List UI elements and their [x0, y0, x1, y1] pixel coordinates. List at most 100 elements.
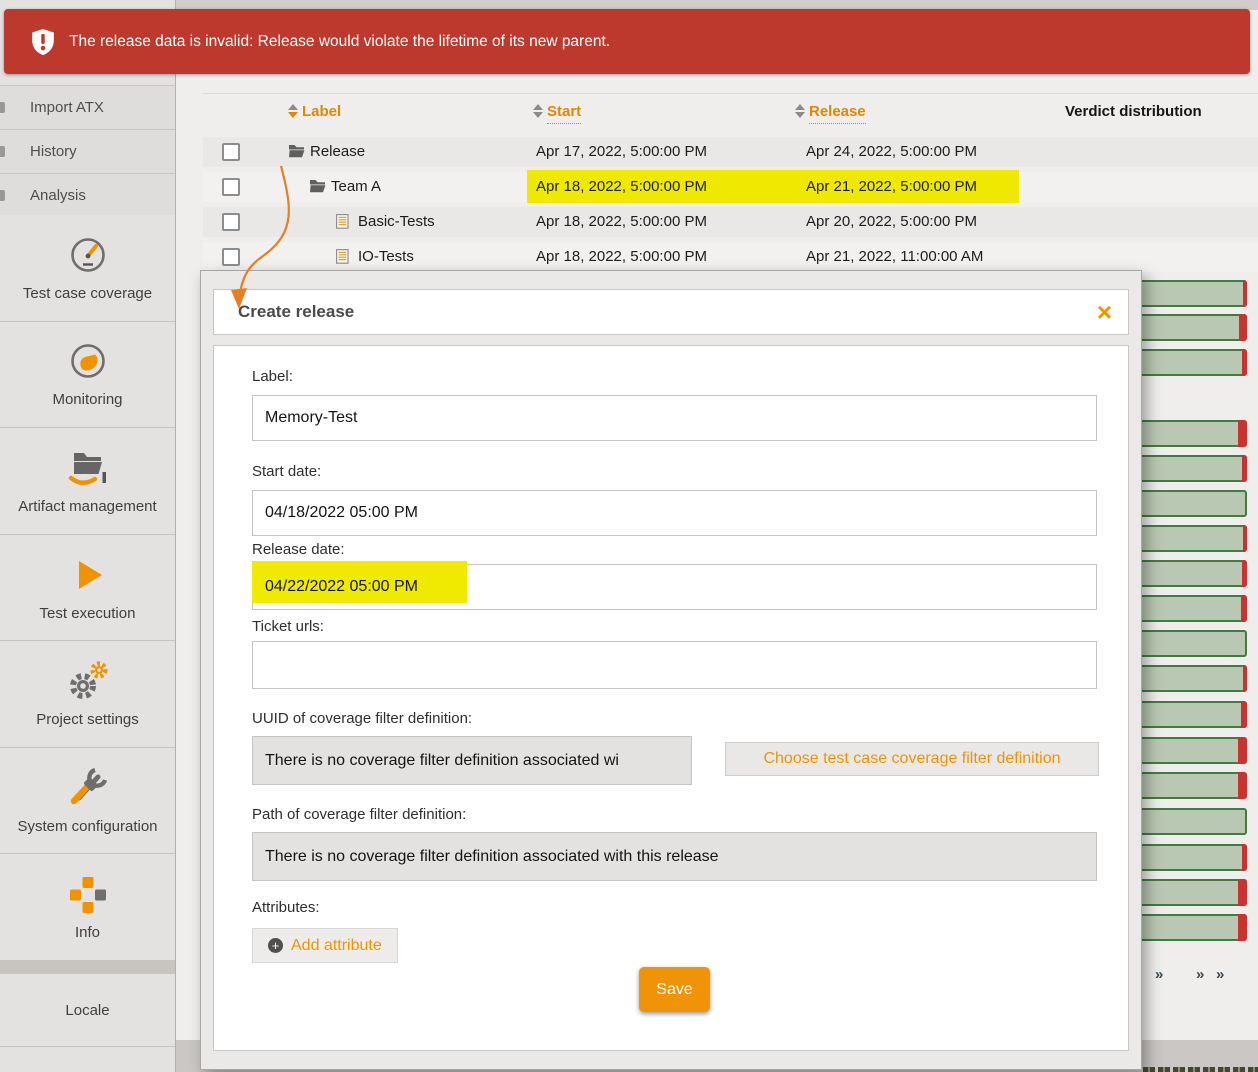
- plus-circle-icon: +: [268, 938, 283, 953]
- choose-coverage-filter-button[interactable]: Choose test case coverage filter definit…: [725, 742, 1099, 776]
- sidebar-item-test-case-coverage[interactable]: Test case coverage: [0, 215, 175, 322]
- verdict-fail-segment: [1243, 525, 1247, 552]
- sidebar-item-label: Artifact management: [18, 498, 156, 515]
- sidebar-item-system-configuration[interactable]: System configuration: [0, 748, 175, 855]
- sidebar-tiles: Test case coverage Monitoring Artifact man…: [0, 215, 175, 961]
- gauge-icon: [68, 234, 108, 276]
- verdict-fail-segment: [1242, 349, 1247, 376]
- row-start-date: Apr 18, 2022, 5:00:00 PM: [536, 172, 707, 202]
- column-header-label[interactable]: Label: [302, 103, 341, 120]
- verdict-fail-segment: [1241, 701, 1247, 728]
- verdict-fail-segment: [1242, 455, 1247, 482]
- dialog-body: Label: Memory-Test Start date: 04/18/202…: [213, 345, 1129, 1051]
- row-start-date: Apr 17, 2022, 5:00:00 PM: [536, 137, 707, 167]
- close-icon[interactable]: ×: [1097, 299, 1112, 325]
- ticket-urls-field-label: Ticket urls:: [252, 618, 324, 635]
- pagination-next-icon[interactable]: »: [1196, 966, 1204, 983]
- sidebar-item-info[interactable]: Info: [0, 854, 175, 961]
- sidebar-item-locale[interactable]: Locale: [0, 974, 175, 1047]
- sidebar-item-label: History: [30, 143, 77, 160]
- sidebar-item-analysis[interactable]: Analysis: [0, 173, 175, 218]
- sidebar-item-artifact-management[interactable]: Artifact management: [0, 428, 175, 535]
- sidebar-divider: [0, 961, 175, 974]
- sidebar-item-label: System configuration: [17, 818, 157, 835]
- start-date-field-label: Start date:: [252, 463, 321, 480]
- attributes-label: Attributes:: [252, 899, 320, 916]
- dialog-title: Create release: [238, 302, 354, 322]
- row-start-date: Apr 18, 2022, 5:00:00 PM: [536, 207, 707, 237]
- verdict-fail-segment: [1238, 737, 1247, 764]
- uuid-input: There is no coverage filter definition a…: [252, 736, 692, 785]
- row-release-date: Apr 21, 2022, 11:00:00 AM: [806, 242, 983, 272]
- release-date-field-label: Release date:: [252, 541, 345, 558]
- cutoff-icon: [0, 102, 5, 113]
- sidebar-nav: Import ATX History Analysis: [0, 85, 175, 218]
- pagination-next-icon[interactable]: »: [1216, 966, 1224, 983]
- verdict-fail-segment: [1238, 420, 1247, 447]
- sidebar-item-test-execution[interactable]: Test execution: [0, 535, 175, 642]
- row-checkbox[interactable]: [222, 213, 240, 231]
- sort-start-icon[interactable]: [533, 104, 543, 118]
- path-input: There is no coverage filter definition a…: [252, 832, 1097, 881]
- row-release-date: Apr 24, 2022, 5:00:00 PM: [806, 137, 977, 167]
- row-checkbox[interactable]: [222, 143, 240, 161]
- dialog-header: Create release ×: [213, 289, 1129, 335]
- artifact-folder-hand-icon: [65, 447, 111, 489]
- verdict-fail-segment: [1242, 844, 1247, 871]
- sidebar-item-label: Locale: [65, 1002, 109, 1019]
- column-header-start[interactable]: Start: [547, 103, 581, 124]
- row-label: Basic-Tests: [358, 207, 435, 237]
- shield-alert-icon: [32, 29, 54, 55]
- sort-label-icon[interactable]: [288, 104, 298, 118]
- cutoff-icon: [0, 190, 5, 201]
- sidebar-item-label: Project settings: [36, 711, 139, 728]
- monitoring-hand-icon: [68, 340, 108, 382]
- verdict-fail-segment: [1243, 665, 1247, 692]
- wrench-hammer-icon: [65, 767, 111, 809]
- row-checkbox[interactable]: [222, 178, 240, 196]
- sidebar-item-project-settings[interactable]: Project settings: [0, 641, 175, 748]
- uuid-field-label: UUID of coverage filter definition:: [252, 710, 472, 727]
- row-label: Release: [310, 137, 365, 167]
- sidebar-item-monitoring[interactable]: Monitoring: [0, 322, 175, 429]
- sidebar-item-label: Test execution: [40, 605, 136, 622]
- folder-icon: [288, 144, 305, 158]
- document-icon: [336, 214, 349, 229]
- footer-cutoff-text: [1143, 1067, 1258, 1072]
- add-attribute-button[interactable]: + Add attribute: [252, 928, 398, 963]
- pagination: » » »: [1143, 966, 1258, 996]
- path-field-label: Path of coverage filter definition:: [252, 806, 466, 823]
- verdict-fail-segment: [1242, 560, 1247, 587]
- save-button[interactable]: Save: [639, 967, 710, 1012]
- row-label: Team A: [331, 172, 381, 202]
- sidebar-item-label: Test case coverage: [23, 285, 152, 302]
- verdict-fail-segment: [1238, 772, 1247, 799]
- verdict-fail-segment: [1241, 595, 1247, 622]
- verdict-fail-segment: [1238, 914, 1247, 941]
- document-icon: [336, 249, 349, 264]
- sidebar: Import ATX History Analysis Test case cove…: [0, 0, 176, 1072]
- sidebar-item-label: Info: [75, 924, 100, 941]
- gears-icon: [65, 660, 111, 702]
- info-blocks-icon: [68, 873, 108, 915]
- row-checkbox[interactable]: [222, 248, 240, 266]
- sidebar-item-label: Analysis: [30, 187, 86, 204]
- app-root: Import ATX History Analysis Test case cove…: [0, 0, 1258, 1072]
- release-date-input[interactable]: 04/22/2022 05:00 PM: [252, 564, 1097, 610]
- verdict-fail-segment: [1239, 314, 1247, 341]
- sidebar-item-history[interactable]: History: [0, 129, 175, 173]
- sort-release-icon[interactable]: [795, 104, 805, 118]
- column-header-release[interactable]: Release: [809, 103, 866, 124]
- folder-icon: [309, 179, 326, 193]
- row-label: IO-Tests: [358, 242, 414, 272]
- ticket-urls-input[interactable]: [252, 641, 1097, 689]
- sidebar-item-import-atx[interactable]: Import ATX: [0, 85, 175, 129]
- start-date-input[interactable]: 04/18/2022 05:00 PM: [252, 490, 1097, 536]
- verdict-fail-segment: [1243, 280, 1247, 307]
- label-field-label: Label:: [252, 368, 293, 385]
- label-input[interactable]: Memory-Test: [252, 395, 1097, 441]
- row-start-date: Apr 18, 2022, 5:00:00 PM: [536, 242, 707, 272]
- row-release-date: Apr 20, 2022, 5:00:00 PM: [806, 207, 977, 237]
- row-release-date: Apr 21, 2022, 5:00:00 PM: [806, 172, 977, 202]
- pagination-next-icon[interactable]: »: [1155, 966, 1163, 983]
